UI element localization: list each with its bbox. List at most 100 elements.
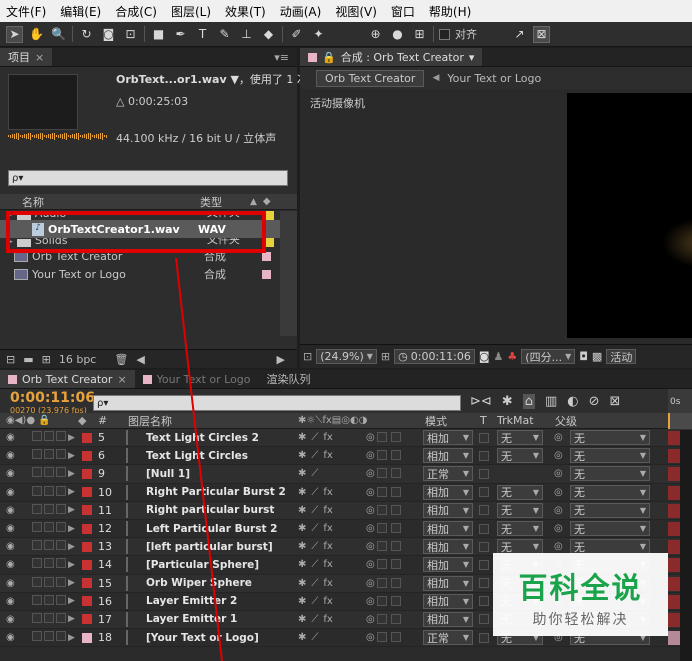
timeline-tab-1[interactable]: Your Text or Logo bbox=[135, 370, 259, 388]
audio-switch[interactable] bbox=[32, 594, 42, 605]
column-trkmat[interactable]: TrkMat bbox=[497, 414, 534, 427]
view-axis-icon[interactable]: ⊞ bbox=[411, 26, 428, 43]
render-icon[interactable]: ⊠ bbox=[610, 394, 621, 409]
audio-switch[interactable] bbox=[32, 485, 42, 496]
parent-dropdown[interactable]: 无▼ bbox=[570, 448, 650, 464]
snap-icon[interactable]: ↗ bbox=[511, 26, 528, 43]
expand-triangle-icon[interactable]: ▶ bbox=[6, 211, 13, 220]
3d-switch[interactable] bbox=[376, 504, 387, 515]
eye-icon[interactable]: ◉ bbox=[6, 614, 15, 625]
solo-switch[interactable] bbox=[44, 503, 54, 514]
solo-switch[interactable] bbox=[44, 594, 54, 605]
menu-item-1[interactable]: 编辑(E) bbox=[60, 3, 101, 20]
fx-switch-icon[interactable]: fx bbox=[323, 487, 332, 498]
parent-dropdown[interactable]: 无▼ bbox=[570, 466, 650, 482]
project-item[interactable]: Your Text or Logo 合成 bbox=[0, 265, 280, 283]
puppet-tool-icon[interactable]: ✦ bbox=[310, 26, 327, 43]
dropdown-icon[interactable]: ▼ bbox=[230, 73, 238, 86]
timeline-search-input[interactable]: ρ▾ bbox=[93, 395, 461, 411]
column-parent[interactable]: 父级 bbox=[555, 413, 577, 429]
shy-icon[interactable]: ✱ bbox=[298, 596, 306, 607]
pick-whip-icon[interactable]: ◎ bbox=[554, 450, 563, 461]
3d-switch[interactable] bbox=[376, 613, 387, 624]
zoom-tool-icon[interactable]: 🔍 bbox=[50, 26, 67, 43]
channel-icon[interactable]: ♣ bbox=[507, 350, 517, 363]
lock-switch[interactable] bbox=[56, 431, 66, 442]
project-search-input[interactable]: ρ▾ bbox=[8, 170, 288, 186]
shy-icon[interactable]: ✱ bbox=[298, 450, 306, 461]
fx-switch-icon[interactable]: fx bbox=[323, 596, 332, 607]
mode-dropdown[interactable]: 相加 ▼ bbox=[423, 430, 473, 446]
project-item[interactable]: ▶ Audio 文件夹 bbox=[0, 211, 280, 220]
mask-tool-icon[interactable]: ■ bbox=[150, 26, 167, 43]
menu-item-6[interactable]: 视图(V) bbox=[335, 3, 377, 20]
fx-switch-icon[interactable]: fx bbox=[323, 450, 332, 461]
shy-icon[interactable]: ✱ bbox=[298, 614, 306, 625]
fx-switch-icon[interactable]: fx bbox=[323, 523, 332, 534]
scroll-left-icon[interactable]: ◀ bbox=[136, 353, 144, 366]
layer-switches[interactable]: ✱ ⟋ fx bbox=[298, 505, 333, 516]
layer-name[interactable]: Right Particular Burst 2 bbox=[146, 486, 286, 498]
zoom-dropdown[interactable]: (24.9%) ▼ bbox=[316, 349, 377, 364]
table-row[interactable]: ◉ ▶ 5 Text Light Circles 2 ✱ ⟋ fx ◎ 相加 ▼ 无 ▼ ◎ 无 ▼ bbox=[0, 429, 692, 448]
layer-duration-bar[interactable] bbox=[668, 612, 680, 627]
lock-switch[interactable] bbox=[56, 522, 66, 533]
layer-name[interactable]: [Particular Sphere] bbox=[146, 559, 259, 571]
scroll-right-icon[interactable]: ▶ bbox=[277, 353, 297, 366]
solo-switch[interactable] bbox=[44, 540, 54, 551]
expand-triangle-icon[interactable]: ▶ bbox=[68, 633, 75, 643]
local-axis-icon[interactable]: ⊕ bbox=[367, 26, 384, 43]
audio-switch[interactable] bbox=[32, 612, 42, 623]
label-color[interactable] bbox=[82, 614, 92, 625]
parent-dropdown[interactable]: 无▼ bbox=[570, 430, 650, 446]
project-item[interactable]: Orb Text Creator 合成 bbox=[0, 247, 280, 265]
eye-icon[interactable]: ◉ bbox=[6, 559, 15, 570]
tag-icon[interactable]: ◆ bbox=[263, 196, 271, 207]
preserve-transparency[interactable] bbox=[479, 487, 489, 498]
layer-name[interactable]: Left Particular Burst 2 bbox=[146, 523, 277, 535]
trkmat-dropdown[interactable]: 无▼ bbox=[497, 484, 543, 500]
panel-menu-icon[interactable]: ▾≡ bbox=[274, 48, 297, 66]
3d-switch[interactable] bbox=[376, 432, 387, 443]
project-item[interactable]: ♪ OrbTextCreator1.wav WAV bbox=[0, 220, 280, 238]
layer-duration-bar[interactable] bbox=[668, 467, 680, 482]
view-dropdown[interactable]: 活动 bbox=[606, 349, 637, 364]
frame-blending-icon[interactable]: ▥ bbox=[545, 394, 557, 409]
layer-name[interactable]: Layer Emitter 2 bbox=[146, 595, 237, 607]
pick-whip-icon[interactable]: ◎ bbox=[554, 468, 563, 479]
expand-triangle-icon[interactable]: ▶ bbox=[68, 614, 75, 624]
menu-item-7[interactable]: 窗口 bbox=[391, 3, 415, 20]
column-number[interactable]: # bbox=[98, 414, 107, 427]
expand-triangle-icon[interactable]: ▶ bbox=[68, 487, 75, 497]
eye-icon[interactable]: ◉ bbox=[6, 523, 15, 534]
quality-icon[interactable]: ⟋ bbox=[311, 487, 318, 498]
fx-switch-icon[interactable]: fx bbox=[323, 541, 332, 552]
current-time[interactable]: ◷ 0:00:11:06 bbox=[394, 349, 475, 364]
solo-switch[interactable] bbox=[44, 576, 54, 587]
timeline-timecode[interactable]: 0:00:11:06 bbox=[10, 390, 95, 406]
audio-switch[interactable] bbox=[32, 503, 42, 514]
fx-switch-icon[interactable]: fx bbox=[323, 432, 332, 443]
shy-icon[interactable]: ✱ bbox=[298, 632, 306, 643]
adjustment-icon[interactable]: ◎ bbox=[366, 450, 375, 461]
shy-icon[interactable]: ✱ bbox=[298, 541, 306, 552]
layer-duration-bar[interactable] bbox=[668, 540, 680, 555]
timeline-track-area[interactable] bbox=[680, 430, 692, 661]
blend-switch[interactable] bbox=[390, 613, 401, 624]
preserve-transparency[interactable] bbox=[479, 578, 489, 589]
region-of-interest-icon[interactable]: ⊡ bbox=[303, 350, 312, 363]
parent-dropdown[interactable]: 无▼ bbox=[570, 521, 650, 537]
selection-tool-icon[interactable]: ➤ bbox=[6, 25, 23, 43]
roto-brush-tool-icon[interactable]: ✐ bbox=[288, 26, 305, 43]
lock-switch[interactable] bbox=[56, 485, 66, 496]
column-name[interactable]: 名称 bbox=[0, 194, 200, 210]
menu-item-2[interactable]: 合成(C) bbox=[115, 3, 157, 20]
layer-switches[interactable]: ✱ ⟋ fx bbox=[298, 578, 333, 589]
shy-icon[interactable]: ✱ bbox=[298, 505, 306, 516]
3d-switch[interactable] bbox=[376, 486, 387, 497]
mode-dropdown[interactable]: 正常 ▼ bbox=[423, 466, 473, 482]
adjustment-icon[interactable]: ◎ bbox=[366, 632, 375, 643]
parent-dropdown[interactable]: 无▼ bbox=[570, 502, 650, 518]
label-color[interactable] bbox=[82, 596, 92, 607]
3d-switch[interactable] bbox=[376, 577, 387, 588]
